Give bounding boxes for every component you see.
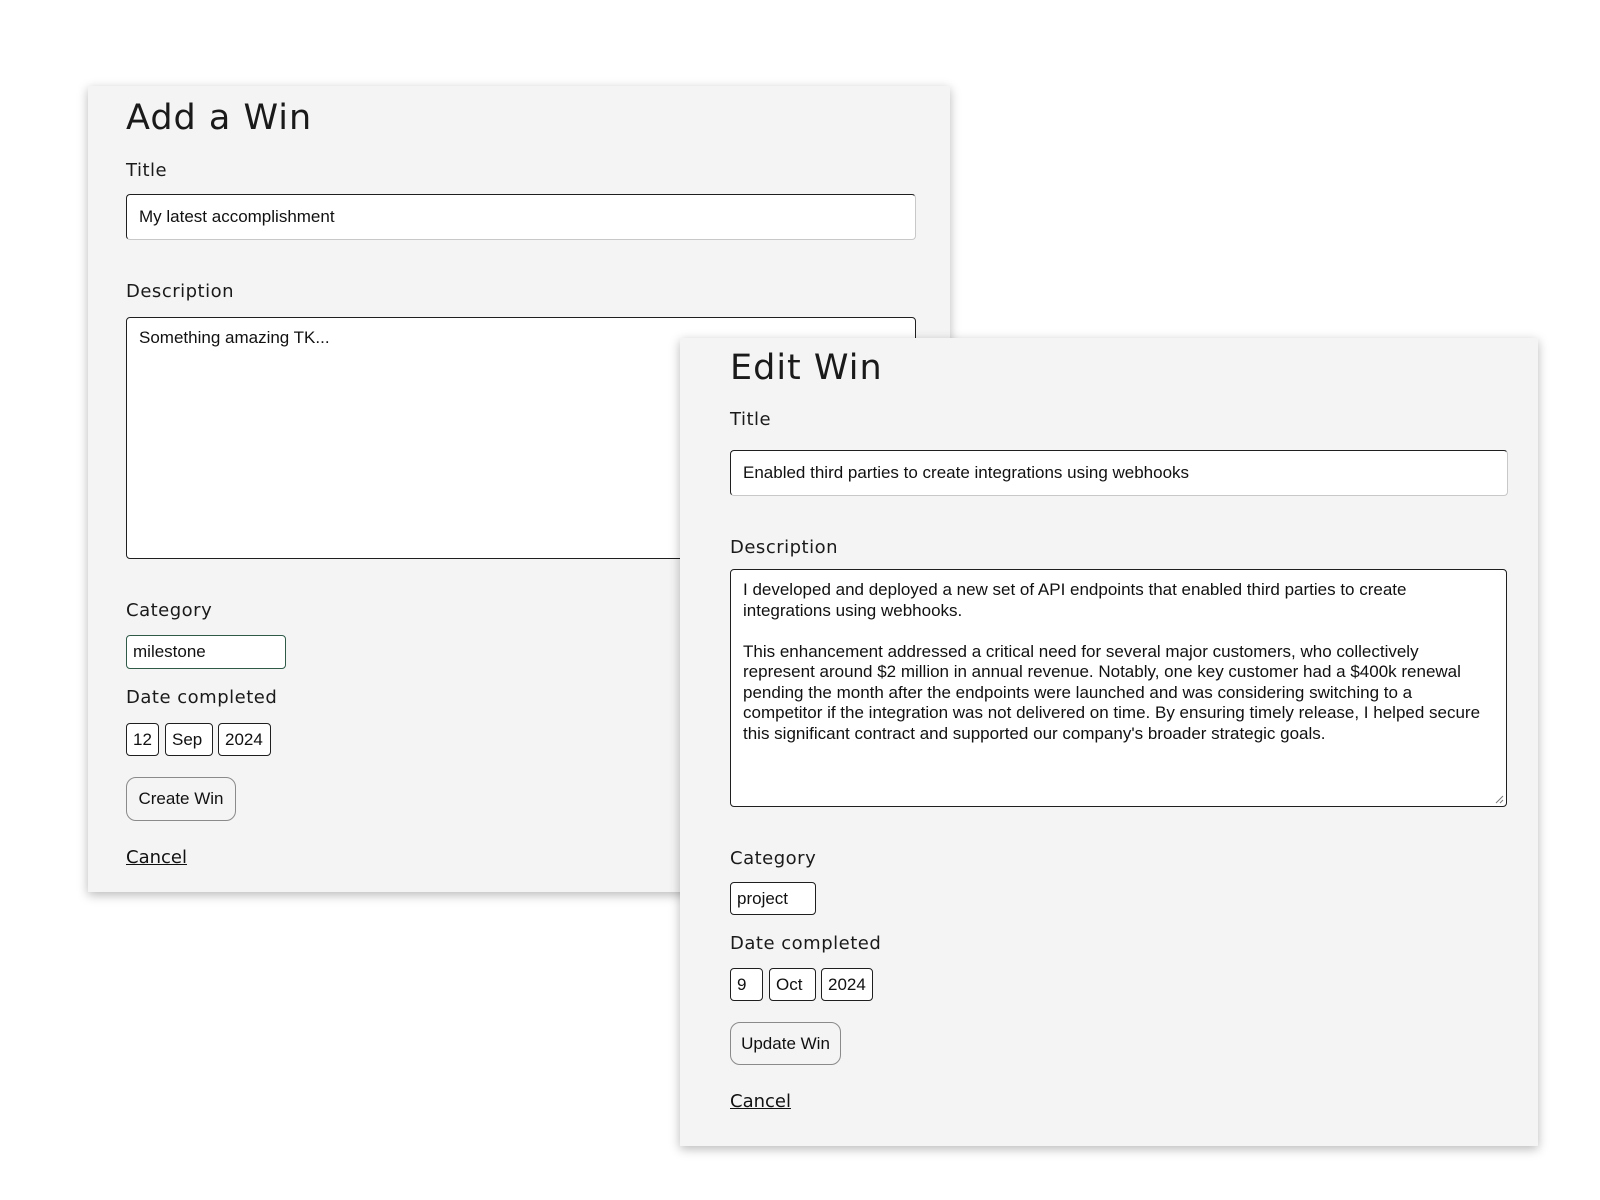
add-title-label: Title: [126, 160, 168, 181]
edit-category-value: project: [737, 888, 789, 908]
add-date-label: Date completed: [126, 687, 278, 708]
edit-win-form: Edit Win Title Enabled third parties to …: [680, 338, 1538, 1146]
add-category-input[interactable]: milestone: [126, 635, 286, 669]
add-title-input[interactable]: My latest accomplishment: [126, 194, 916, 240]
update-win-button[interactable]: Update Win: [730, 1022, 841, 1065]
add-date-day-field[interactable]: 12: [126, 723, 159, 756]
create-win-button[interactable]: Create Win: [126, 777, 236, 821]
edit-date-month-field[interactable]: Oct: [769, 968, 816, 1001]
add-win-heading: Add a Win: [126, 98, 313, 138]
edit-description-label: Description: [730, 537, 839, 558]
add-category-value: milestone: [133, 642, 206, 661]
add-date-year-field[interactable]: 2024: [218, 723, 271, 756]
edit-title-input-value: Enabled third parties to create integrat…: [743, 463, 1190, 482]
edit-category-input[interactable]: project: [730, 882, 816, 915]
add-date-month-field[interactable]: Sep: [165, 723, 213, 756]
add-category-label: Category: [126, 600, 213, 621]
resize-handle-icon[interactable]: [1494, 794, 1504, 804]
edit-description-value: I developed and deployed a new set of AP…: [743, 580, 1481, 743]
add-cancel-link[interactable]: Cancel: [126, 847, 187, 868]
edit-win-heading: Edit Win: [730, 348, 883, 388]
edit-description-textarea[interactable]: I developed and deployed a new set of AP…: [730, 569, 1507, 807]
add-description-label: Description: [126, 281, 235, 302]
edit-date-label: Date completed: [730, 933, 882, 954]
add-title-input-value: My latest accomplishment: [139, 207, 335, 226]
edit-title-label: Title: [730, 409, 772, 430]
edit-category-label: Category: [730, 848, 817, 869]
edit-date-day-field[interactable]: 9: [730, 968, 763, 1001]
edit-date-year-field[interactable]: 2024: [821, 968, 873, 1001]
add-description-value: Something amazing TK...: [139, 328, 330, 347]
edit-cancel-link[interactable]: Cancel: [730, 1091, 791, 1112]
edit-title-input[interactable]: Enabled third parties to create integrat…: [730, 450, 1508, 496]
